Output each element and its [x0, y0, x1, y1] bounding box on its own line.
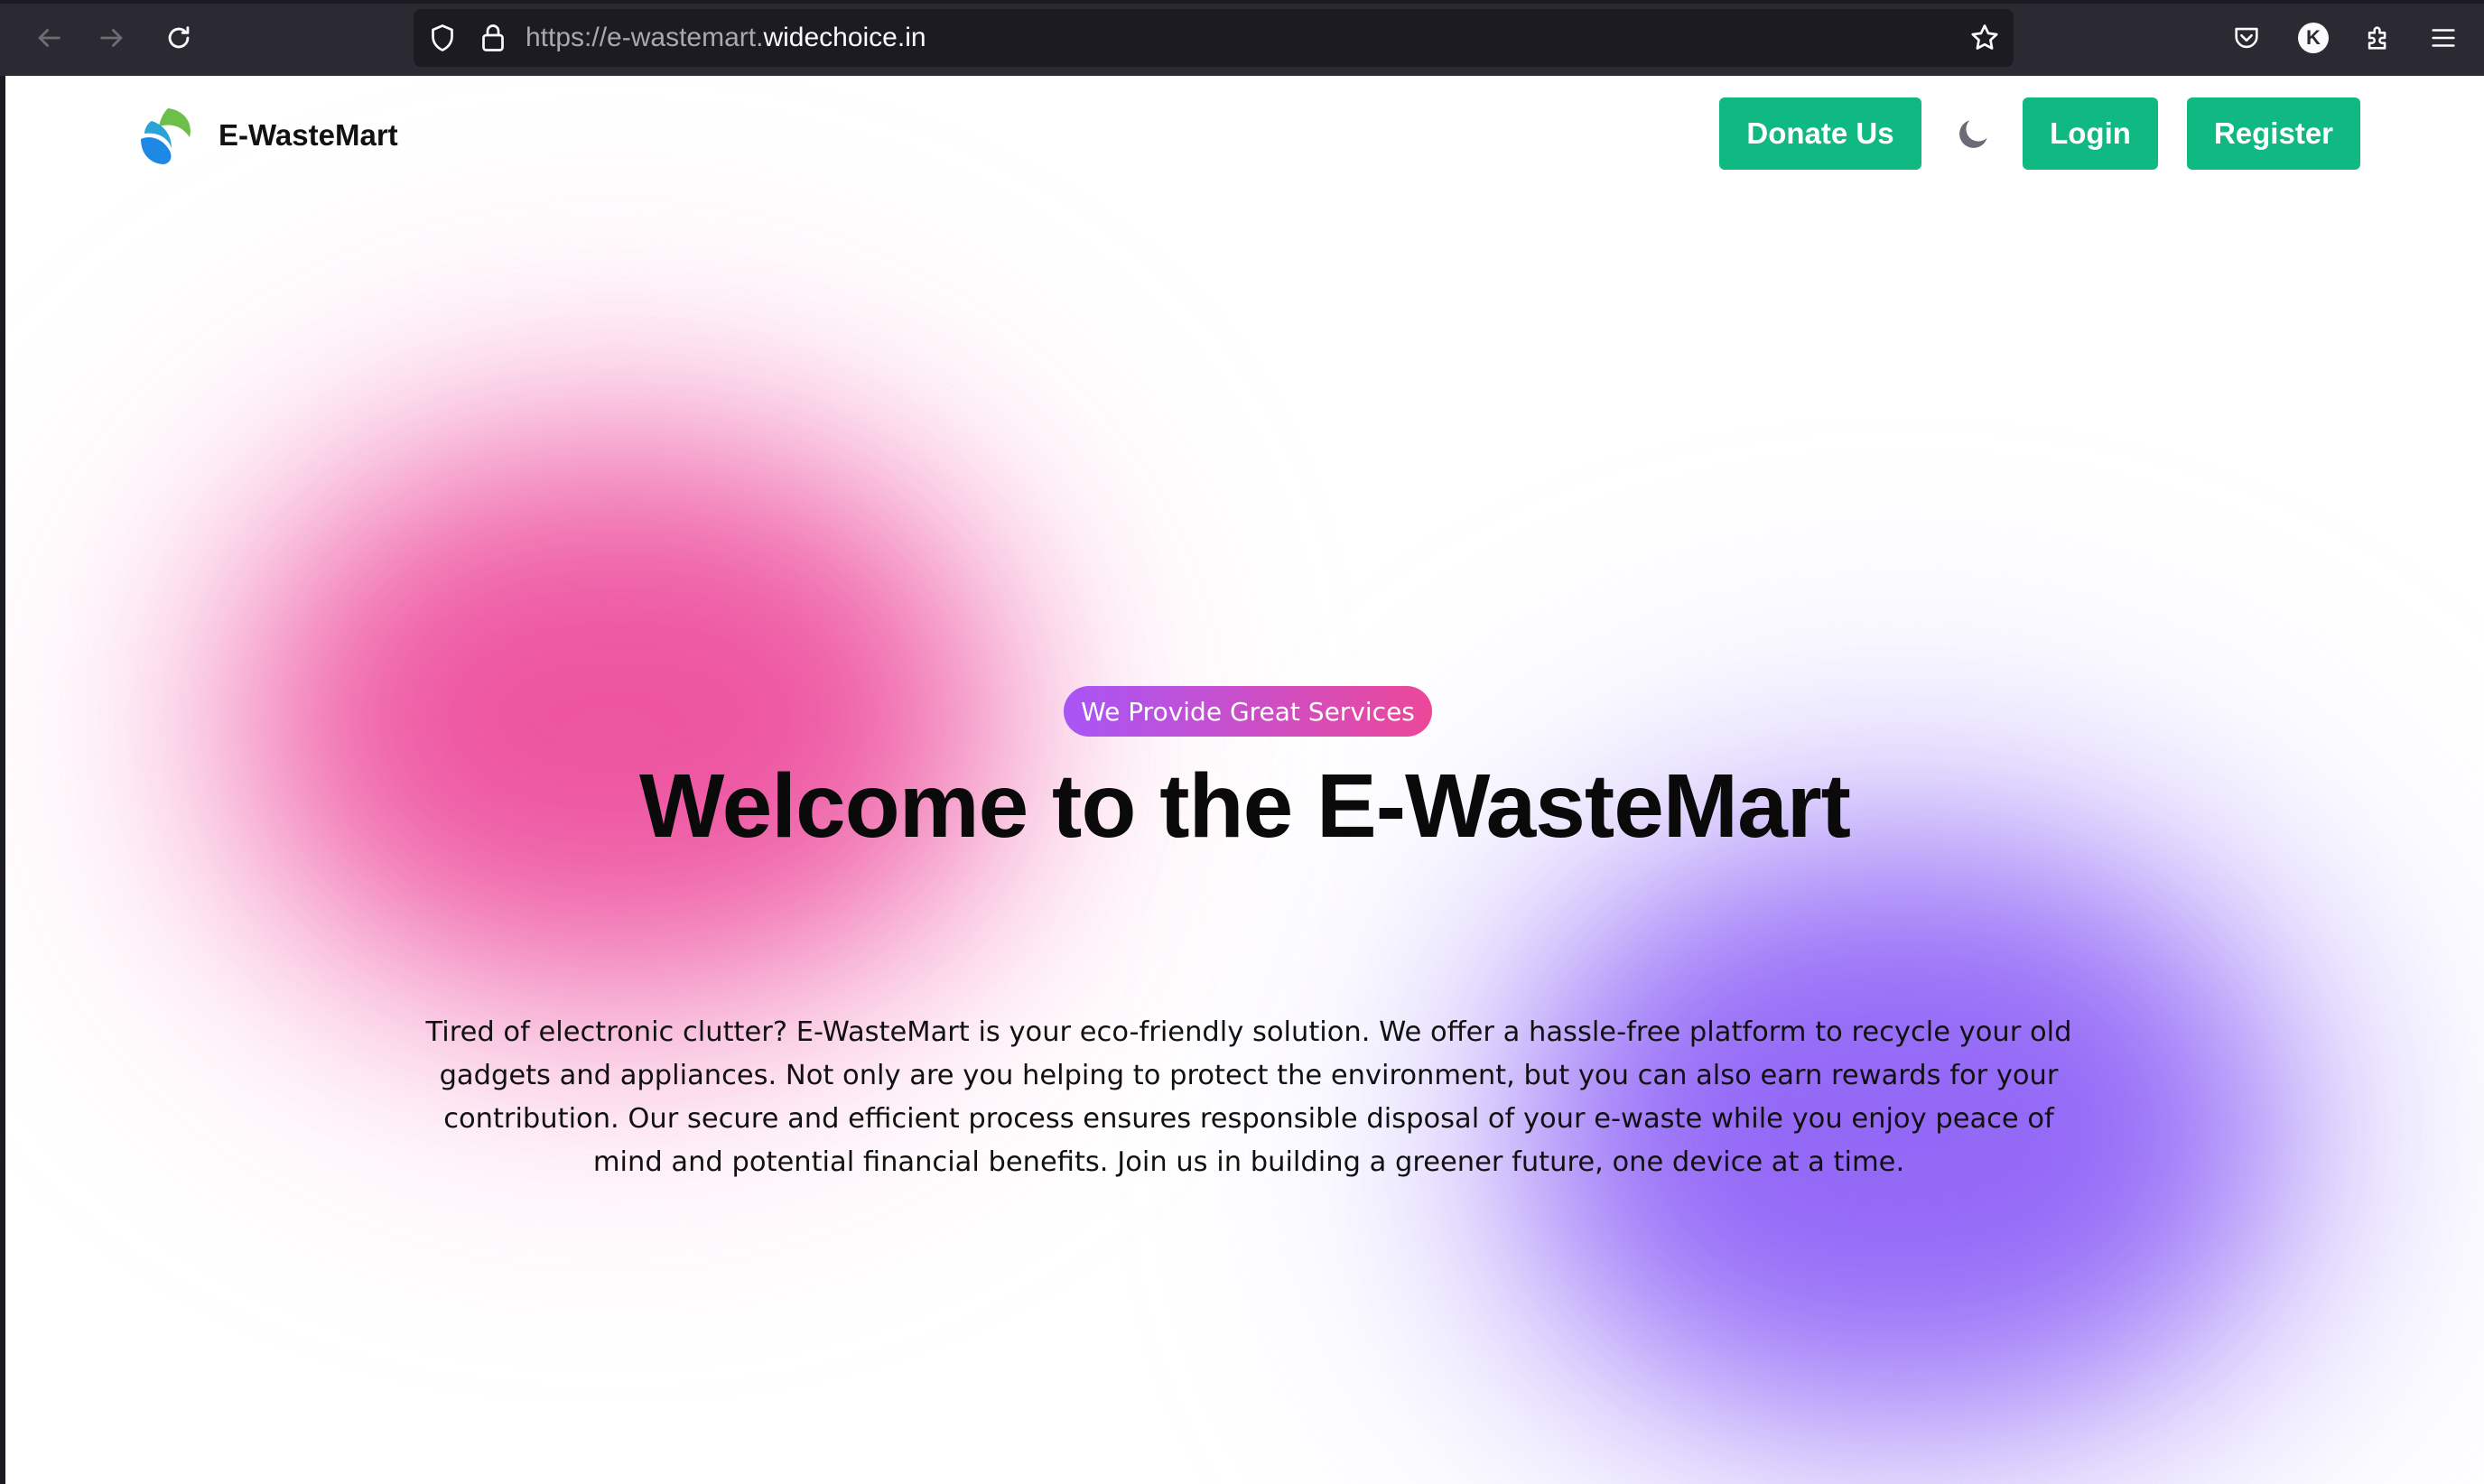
profile-avatar: K: [2298, 23, 2329, 53]
hero-description: Tired of electronic clutter? E-WasteMart…: [425, 1016, 2072, 1178]
url-text[interactable]: https://e-wastemart.widechoice.in: [526, 9, 926, 67]
lock-icon[interactable]: [477, 22, 509, 54]
url-bar[interactable]: https://e-wastemart.widechoice.in: [414, 9, 2014, 67]
pocket-button[interactable]: [2228, 20, 2265, 56]
register-button[interactable]: Register: [2187, 97, 2360, 170]
star-icon[interactable]: [1968, 22, 2001, 54]
hero-title: Welcome to the E-WasteMart: [639, 756, 1851, 857]
pocket-icon: [2235, 27, 2258, 49]
puzzle-icon: [2368, 26, 2386, 50]
donate-button[interactable]: Donate Us: [1719, 97, 1921, 170]
page-viewport: E-WasteMart Donate Us Login Register We …: [5, 76, 2484, 1484]
browser-toolbar: https://e-wastemart.widechoice.in K: [0, 0, 2484, 76]
toolbar-top-edge: [0, 0, 2484, 4]
hamburger-menu-icon: [2432, 29, 2455, 47]
menu-button[interactable]: [2425, 20, 2461, 56]
moon-icon[interactable]: [1954, 114, 1994, 153]
profile-button[interactable]: K: [2295, 20, 2331, 56]
extensions-button[interactable]: [2360, 20, 2396, 56]
hero-badge: We Provide Great Services: [1064, 686, 1432, 737]
back-button[interactable]: [23, 13, 74, 63]
back-arrow-icon: [38, 29, 60, 47]
url-domain: widechoice.in: [763, 23, 926, 52]
background-blob-pink: [267, 464, 972, 969]
site-header: E-WasteMart Donate Us Login Register: [5, 76, 2484, 202]
reload-button[interactable]: [154, 13, 204, 63]
brand-name[interactable]: E-WasteMart: [219, 114, 398, 157]
forward-arrow-icon: [100, 29, 123, 47]
shield-icon[interactable]: [426, 22, 459, 54]
url-prefix: https://e-wastemart.: [526, 23, 764, 52]
leaf-logo-icon[interactable]: [132, 103, 197, 168]
forward-button[interactable]: [87, 13, 137, 63]
reload-icon: [168, 26, 190, 49]
login-button[interactable]: Login: [2023, 97, 2158, 170]
